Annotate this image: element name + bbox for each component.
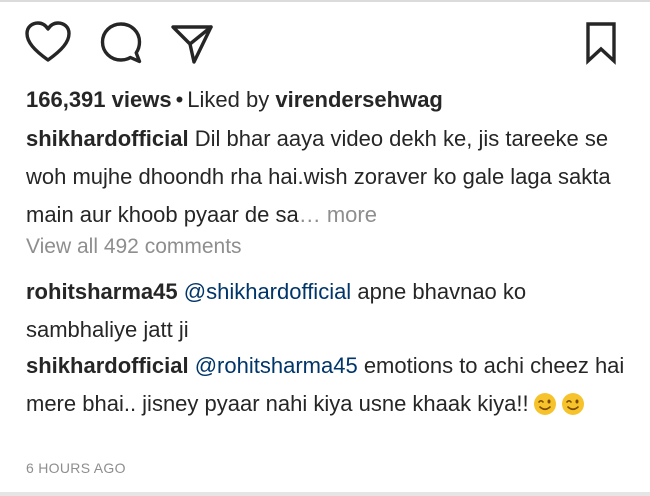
post-timestamp: 6 HOURS AGO xyxy=(26,460,126,476)
liked-by-prefix: Liked by xyxy=(187,87,270,112)
stats-separator: • xyxy=(175,87,184,112)
winking-face-icon xyxy=(561,390,585,428)
views-count[interactable]: 166,391 views xyxy=(26,87,172,112)
comment-item: rohitsharma45 @shikhardofficial apne bha… xyxy=(26,273,636,349)
winking-face-icon xyxy=(533,390,557,428)
heart-icon[interactable] xyxy=(24,20,72,64)
caption-ellipsis: … xyxy=(298,202,321,227)
comment-username[interactable]: rohitsharma45 xyxy=(26,279,178,304)
comment-mention[interactable]: @rohitsharma45 xyxy=(195,353,358,378)
post-stats: 166,391 views • Liked by virendersehwag xyxy=(26,84,443,116)
liked-by-username[interactable]: virendersehwag xyxy=(275,87,443,112)
share-icon[interactable] xyxy=(170,22,214,66)
top-divider xyxy=(0,0,650,2)
caption-more-link[interactable]: more xyxy=(327,202,377,227)
bottom-divider xyxy=(0,492,650,496)
caption-username[interactable]: shikhardofficial xyxy=(26,126,189,151)
post-caption: shikhardofficial Dil bhar aaya video dek… xyxy=(26,120,636,234)
bookmark-icon[interactable] xyxy=(583,21,619,65)
comment-username[interactable]: shikhardofficial xyxy=(26,353,189,378)
view-all-comments-link[interactable]: View all 492 comments xyxy=(26,231,242,263)
comment-mention[interactable]: @shikhardofficial xyxy=(184,279,351,304)
post-action-bar xyxy=(0,18,650,70)
comment-item: shikhardofficial @rohitsharma45 emotions… xyxy=(26,347,636,428)
comment-icon[interactable] xyxy=(98,20,144,66)
